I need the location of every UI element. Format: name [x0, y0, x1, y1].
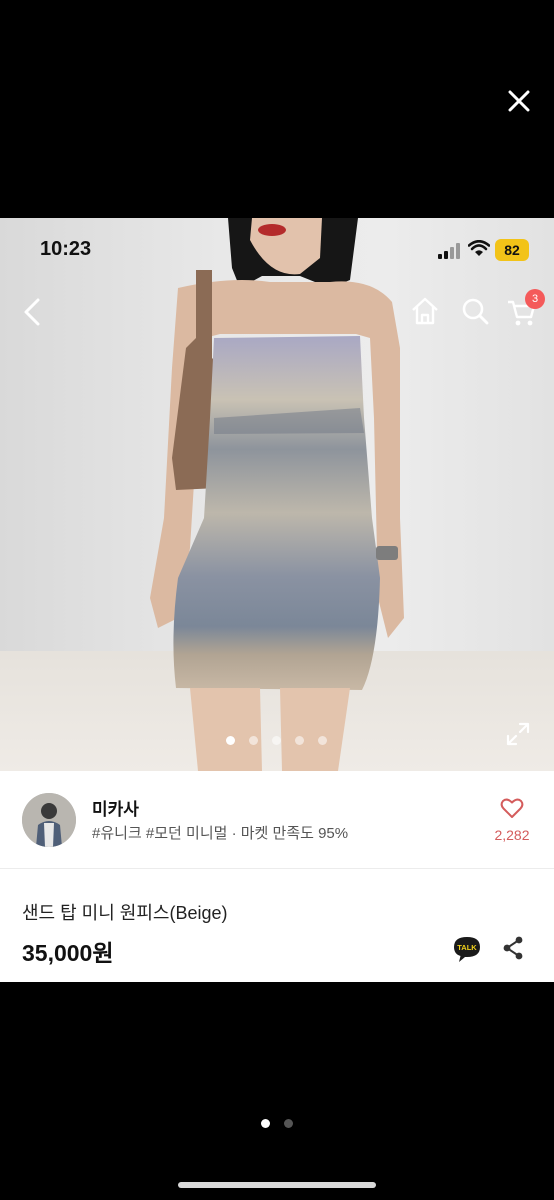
home-icon[interactable] [410, 296, 440, 326]
battery-indicator: 82 [495, 239, 529, 261]
gallery-dot[interactable] [272, 736, 281, 745]
gallery-dot[interactable] [226, 736, 235, 745]
viewer-pagination [261, 1119, 293, 1128]
cart-badge: 3 [525, 289, 545, 309]
expand-icon[interactable] [505, 721, 531, 747]
gallery-dot[interactable] [249, 736, 258, 745]
product-title: 샌드 탑 미니 원피스(Beige) [22, 903, 228, 923]
search-icon[interactable] [460, 296, 490, 326]
gallery-dot[interactable] [295, 736, 304, 745]
seller-name[interactable]: 미카사 [92, 795, 139, 820]
gallery-dot[interactable] [318, 736, 327, 745]
home-indicator[interactable] [178, 1182, 376, 1188]
close-icon[interactable] [500, 82, 538, 120]
status-time: 10:23 [40, 238, 92, 260]
viewer-dot[interactable] [284, 1119, 293, 1128]
talk-label: TALK [457, 943, 477, 952]
viewer-dot[interactable] [261, 1119, 270, 1128]
share-icon[interactable] [500, 935, 526, 961]
like-count: 2,282 [494, 827, 530, 843]
signal-icon [438, 243, 460, 259]
heart-icon[interactable] [500, 797, 524, 819]
avatar[interactable] [22, 793, 76, 847]
kakaotalk-icon[interactable]: TALK [452, 935, 482, 963]
product-price: 35,000원 [22, 940, 114, 966]
chevron-left-icon[interactable] [20, 296, 44, 328]
status-bar: 10:23 82 [0, 218, 554, 282]
wifi-icon [468, 240, 490, 256]
seller-section[interactable]: 미카사 #유니크 #모던 미니멀 · 마켓 만족도 95% 2,282 [0, 771, 554, 869]
product-photo[interactable]: 10:23 82 3 [0, 218, 554, 771]
screenshot-viewer-image: 10:23 82 3 미카사 #유니크 #모던 미니멀 · 마켓 만족도 95%… [0, 218, 554, 982]
seller-tags: #유니크 #모던 미니멀 · 마켓 만족도 95% [92, 825, 349, 842]
gallery-pagination [226, 736, 327, 745]
